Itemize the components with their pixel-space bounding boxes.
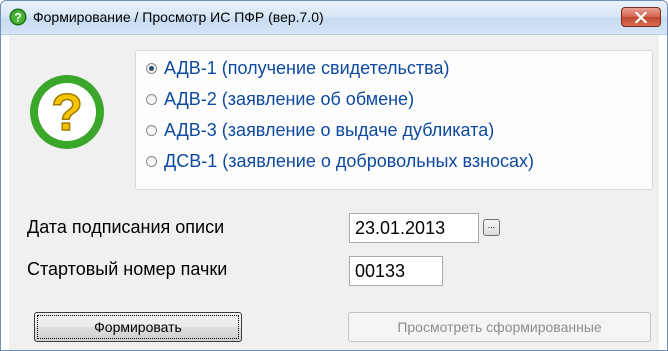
view-generated-button[interactable]: Просмотреть сформированные	[348, 312, 651, 342]
radio-button[interactable]	[146, 62, 157, 74]
radio-label: АДВ-1 (получение свидетельства)	[164, 57, 450, 78]
dialog-body: ? АДВ-1 (получение свидетельства) АДВ-2 …	[9, 35, 659, 350]
question-mark-icon: ?	[30, 75, 104, 149]
signing-date-field[interactable]: 23.01.2013	[349, 213, 479, 243]
radio-button[interactable]	[146, 124, 157, 136]
signing-date-label: Дата подписания описи	[27, 217, 225, 237]
dialog-window: ? Формирование / Просмотр ИС ПФР (вер.7.…	[0, 0, 668, 351]
question-circle-icon: ?	[9, 8, 27, 26]
radio-label: ДСВ-1 (заявление о добровольных взносах)	[164, 150, 535, 171]
date-picker-button[interactable]: ...	[483, 219, 500, 236]
radio-option-dsv1[interactable]: ДСВ-1 (заявление о добровольных взносах)	[146, 148, 534, 174]
start-number-label: Стартовый номер пачки	[27, 259, 228, 279]
document-type-group: АДВ-1 (получение свидетельства) АДВ-2 (з…	[135, 50, 653, 190]
radio-option-adv3[interactable]: АДВ-3 (заявление о выдаче дубликата)	[146, 117, 494, 143]
radio-option-adv2[interactable]: АДВ-2 (заявление об обмене)	[146, 86, 414, 112]
start-number-field[interactable]: 00133	[349, 256, 443, 286]
generate-button[interactable]: Формировать	[34, 312, 242, 342]
window-title: Формирование / Просмотр ИС ПФР (вер.7.0)	[33, 9, 324, 25]
close-button[interactable]	[621, 7, 661, 27]
svg-text:?: ?	[14, 11, 21, 25]
svg-text:?: ?	[51, 84, 83, 142]
title-bar[interactable]: ? Формирование / Просмотр ИС ПФР (вер.7.…	[1, 1, 667, 35]
radio-button[interactable]	[146, 155, 157, 167]
radio-label: АДВ-2 (заявление об обмене)	[164, 88, 415, 109]
radio-label: АДВ-3 (заявление о выдаче дубликата)	[164, 119, 495, 140]
close-x-icon	[635, 12, 647, 23]
radio-button[interactable]	[146, 93, 157, 105]
radio-option-adv1[interactable]: АДВ-1 (получение свидетельства)	[146, 55, 450, 81]
